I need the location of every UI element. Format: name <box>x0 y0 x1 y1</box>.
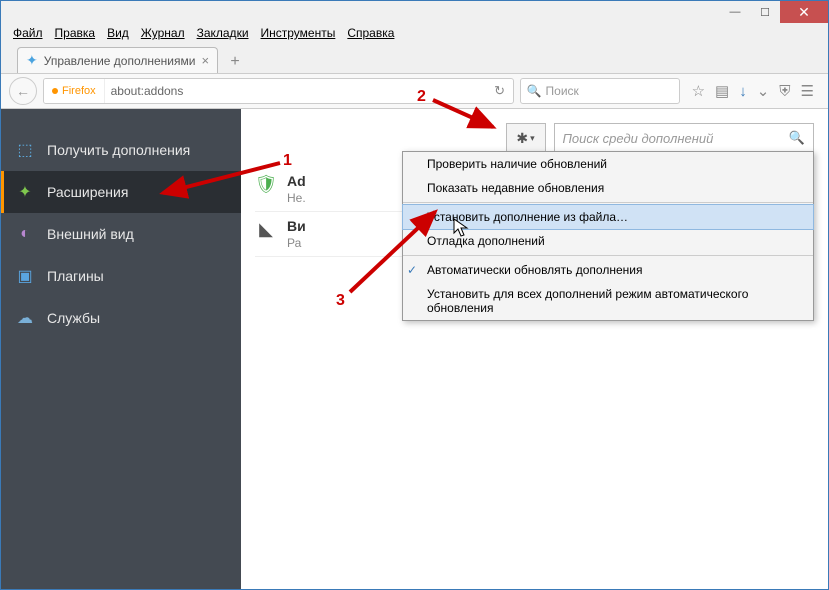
sidebar-item-extensions[interactable]: ✦ Расширения <box>1 171 241 213</box>
addon-search-placeholder: Поиск среди дополнений <box>563 131 714 146</box>
menu-file[interactable]: Файл <box>7 24 49 42</box>
bookmarks-icon[interactable]: ▤ <box>715 82 729 100</box>
services-icon: ☁ <box>15 308 35 328</box>
new-tab-button[interactable]: + <box>222 51 248 73</box>
sidebar-item-label: Плагины <box>47 268 104 284</box>
appearance-icon: ◐ <box>15 225 35 243</box>
addon-name: Ad <box>287 173 306 189</box>
addon-search-box[interactable]: Поиск среди дополнений 🔍 <box>554 123 815 153</box>
dd-check-updates[interactable]: Проверить наличие обновлений <box>403 152 813 176</box>
menu-help[interactable]: Справка <box>341 24 400 42</box>
dd-separator <box>403 255 813 256</box>
sidebar-item-label: Получить дополнения <box>47 142 190 158</box>
gear-icon: ✱ <box>516 130 528 147</box>
addon-sub: Ра <box>287 236 306 250</box>
dd-install-from-file[interactable]: Установить дополнение из файла… <box>402 204 814 230</box>
menu-view[interactable]: Вид <box>101 24 135 42</box>
sidebar-item-plugins[interactable]: ▣ Плагины <box>1 255 241 297</box>
extensions-icon: ✦ <box>15 182 35 202</box>
search-icon: 🔍 <box>527 84 542 98</box>
addon-name: Ви <box>287 218 306 234</box>
get-addons-icon: ⬚ <box>15 140 35 160</box>
menu-edit[interactable]: Правка <box>49 24 102 42</box>
identity-box[interactable]: Firefox <box>44 79 105 103</box>
dd-auto-update[interactable]: ✓Автоматически обновлять дополнения <box>403 258 813 282</box>
reload-button[interactable]: ↻ <box>487 83 513 99</box>
addon-bookmark-icon: ◣ <box>255 218 277 240</box>
back-button[interactable]: ← <box>9 77 37 105</box>
shield-icon[interactable]: ⛨ <box>779 83 790 100</box>
maximize-button[interactable]: ☐ <box>750 1 780 23</box>
dd-debug[interactable]: Отладка дополнений <box>403 229 813 253</box>
menubar: Файл Правка Вид Журнал Закладки Инструме… <box>1 23 828 43</box>
search-box[interactable]: 🔍 Поиск <box>520 78 680 104</box>
menu-history[interactable]: Журнал <box>135 24 191 42</box>
tab-addons[interactable]: ✦ Управление дополнениями × <box>17 47 218 73</box>
minimize-button[interactable]: — <box>720 1 750 23</box>
sidebar-item-services[interactable]: ☁ Службы <box>1 297 241 339</box>
tab-close-icon[interactable]: × <box>201 53 209 68</box>
addon-header: ✱ ▾ Поиск среди дополнений 🔍 <box>241 109 828 153</box>
check-icon: ✓ <box>407 263 417 277</box>
downloads-icon[interactable]: ↓ <box>739 83 747 100</box>
sidebar-item-label: Службы <box>47 310 100 326</box>
dd-reset-update[interactable]: Установить для всех дополнений режим авт… <box>403 282 813 320</box>
sidebar-item-get-addons[interactable]: ⬚ Получить дополнения <box>1 129 241 171</box>
chevron-down-icon: ▾ <box>530 133 535 144</box>
addon-shield-icon: 🛡 <box>255 173 277 195</box>
navbar: ← Firefox ↻ 🔍 Поиск ☆ ▤ ↓ ⌄ ⛨ ☰ <box>1 73 828 109</box>
tab-title: Управление дополнениями <box>44 54 196 68</box>
nav-icons: ☆ ▤ ↓ ⌄ ⛨ ☰ <box>686 82 820 100</box>
addon-sub: Не. <box>287 191 306 205</box>
url-input[interactable] <box>105 84 487 98</box>
url-box[interactable]: Firefox ↻ <box>43 78 514 104</box>
search-placeholder: Поиск <box>546 84 579 98</box>
menu-tools[interactable]: Инструменты <box>255 24 342 42</box>
close-button[interactable]: ✕ <box>780 1 828 23</box>
sidebar-item-label: Расширения <box>47 184 128 200</box>
sidebar-item-label: Внешний вид <box>47 226 134 242</box>
puzzle-icon: ✦ <box>26 52 38 69</box>
menu-icon[interactable]: ☰ <box>801 82 814 100</box>
firefox-icon <box>52 88 58 94</box>
pocket-icon[interactable]: ⌄ <box>757 82 770 100</box>
gear-dropdown: Проверить наличие обновлений Показать не… <box>402 151 814 321</box>
dd-show-recent[interactable]: Показать недавние обновления <box>403 176 813 200</box>
sidebar: ⬚ Получить дополнения ✦ Расширения ◐ Вне… <box>1 109 241 589</box>
tabstrip: ✦ Управление дополнениями × + <box>1 43 828 73</box>
gear-button[interactable]: ✱ ▾ <box>506 123 546 153</box>
search-submit-icon[interactable]: 🔍 <box>789 130 805 146</box>
dd-separator <box>403 202 813 203</box>
menu-bookmarks[interactable]: Закладки <box>191 24 255 42</box>
plugins-icon: ▣ <box>15 266 35 286</box>
star-icon[interactable]: ☆ <box>692 82 705 100</box>
sidebar-item-appearance[interactable]: ◐ Внешний вид <box>1 213 241 255</box>
titlebar: — ☐ ✕ <box>1 1 828 23</box>
